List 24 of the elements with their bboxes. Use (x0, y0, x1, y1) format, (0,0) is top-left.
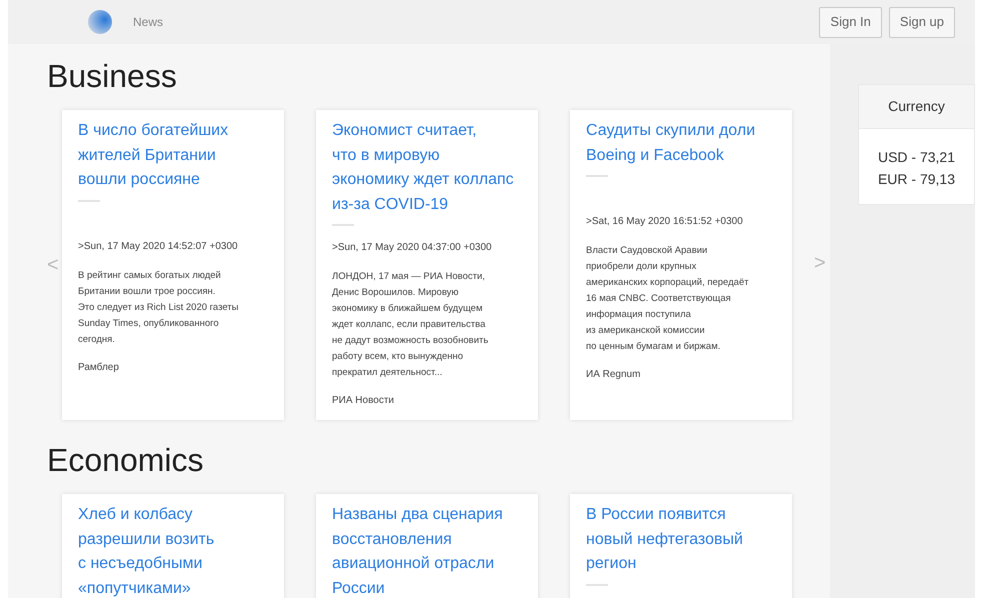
news-source: Рамблер (78, 360, 120, 374)
news-source: РИА Новости (332, 394, 396, 408)
news-source: ИА Regnum (586, 368, 642, 382)
news-headline[interactable]: Экономист считает, что в мировую экономику ждет коллапс из-за COVID-19 (332, 119, 522, 217)
news-summary: В рейтинг самых богатых людей Британии вошли трое россиян. Это следует из Rich List 2020 газеты Sunday Times, опубликованного сегодня. (78, 268, 240, 346)
currency-title: Currency (888, 97, 945, 116)
news-date: >Sat, 16 May 2020 16:51:52 +0300 (586, 215, 744, 229)
news-summary: ЛОНДОН, 17 мая — РИА Новости, Денис Ворошилов. Мировую экономику в ближайшем будущем ждет коллапс, если правительства не дадут возможность возобновить работу всем, кто вынужденно прекратил деятельност... (332, 270, 490, 380)
news-headline[interactable]: В число богатейших жителей Британии вошли россияне (78, 119, 268, 192)
news-summary: Власти Саудовской Аравии приобрели доли крупных американских корпораций, передаёт 16 мая CNBC. Соответствующая информация поступила из американской комиссии по ценным бумагам и биржам. (586, 244, 750, 354)
currency-rate: USD - 73,21 (878, 148, 956, 167)
news-headline[interactable]: Хлеб и колбасу разрешили возить с несъедобными «попутчиками» (78, 503, 268, 598)
news-date: >Sun, 17 May 2020 14:52:07 +0300 (78, 240, 239, 254)
news-link[interactable]: News (133, 13, 164, 31)
globe-icon (88, 10, 112, 34)
auth-button[interactable]: Sign In (819, 6, 882, 38)
auth-button[interactable]: Sign up (888, 6, 955, 38)
news-headline[interactable]: Названы два сценария восстановления авиационной отрасли России (332, 503, 522, 598)
news-headline[interactable]: В России появится новый нефтегазовый регион (586, 503, 776, 576)
news-date: >Sun, 17 May 2020 04:37:00 +0300 (332, 241, 493, 255)
news-headline[interactable]: Саудиты скупили доли Boeing и Facebook (586, 119, 776, 168)
section-heading: Business (47, 57, 178, 96)
section-heading: Economics (47, 441, 204, 480)
currency-rate: EUR - 79,13 (878, 170, 956, 189)
